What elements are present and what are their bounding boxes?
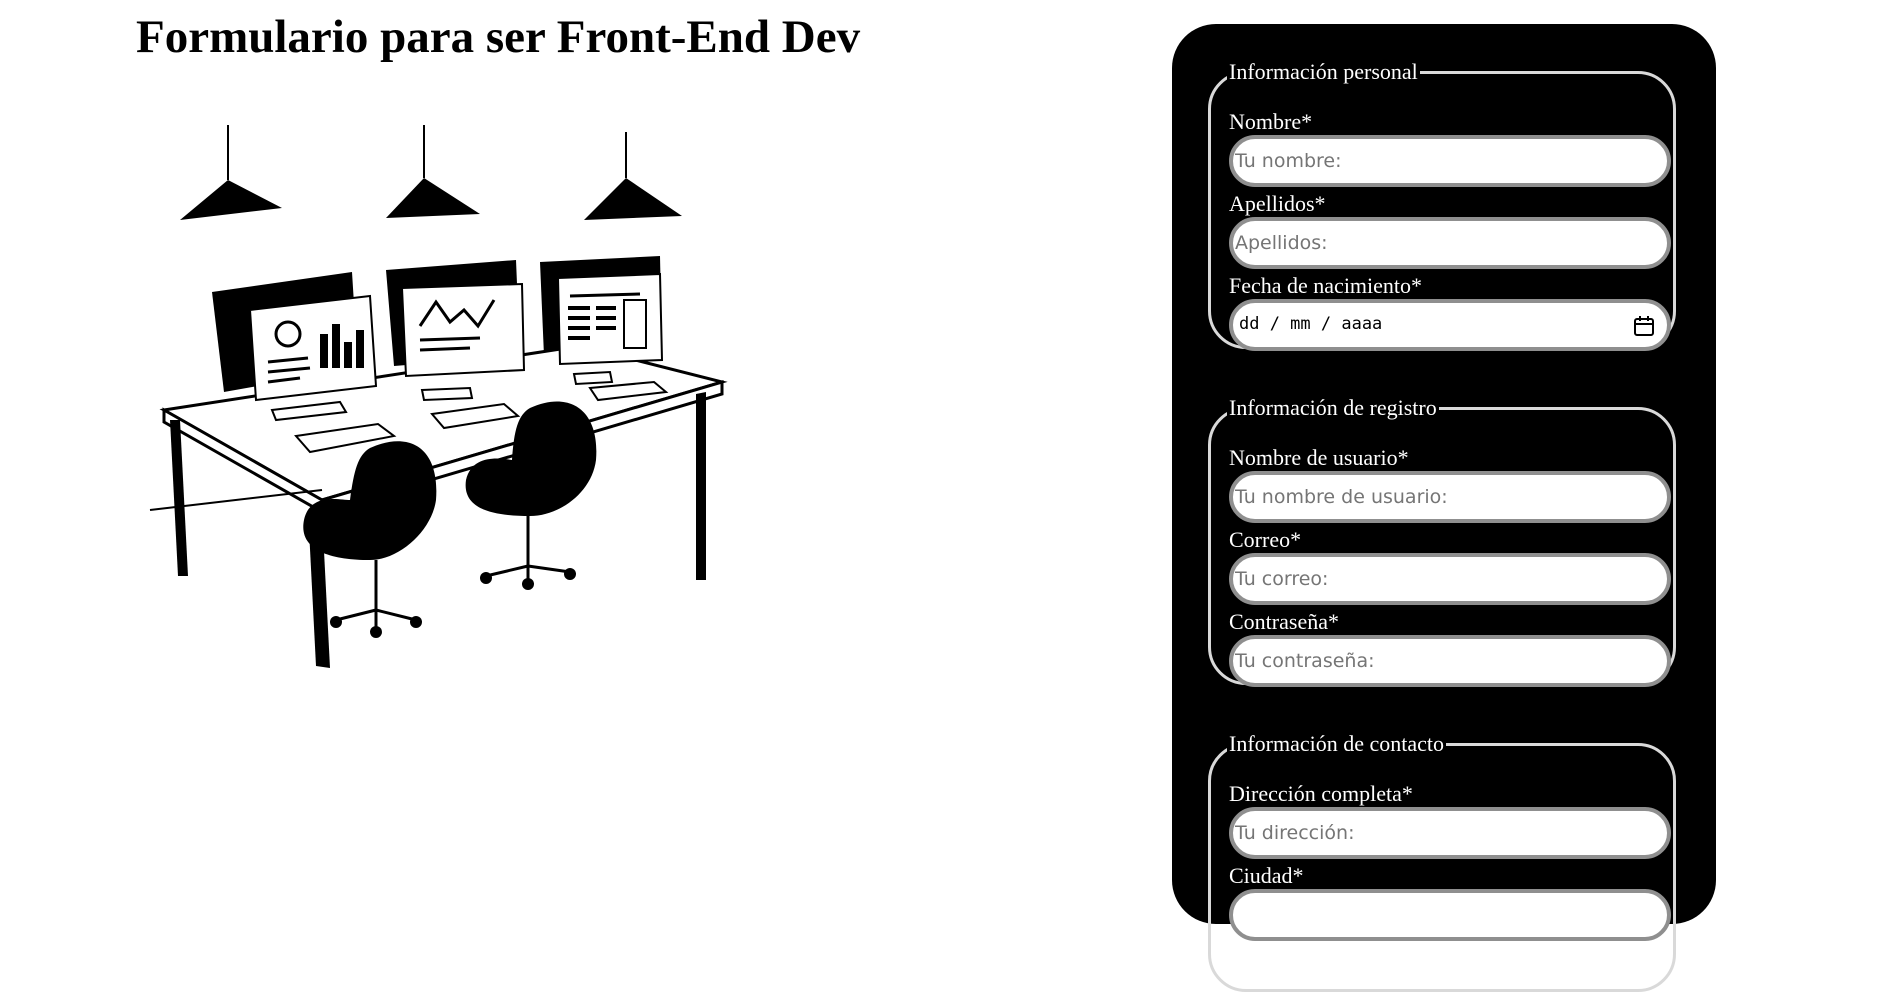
- apellidos-label: Apellidos*: [1229, 191, 1326, 216]
- registration-form: Información personal Nombre* Apellidos* …: [1172, 24, 1716, 992]
- contact-info-fieldset: Información de contacto Dirección comple…: [1208, 732, 1676, 992]
- calendar-icon[interactable]: [1633, 315, 1655, 337]
- personal-info-legend: Información personal: [1229, 59, 1418, 84]
- registration-info-fieldset: Información de registro Nombre de usuari…: [1208, 395, 1676, 687]
- personal-info-fieldset: Información personal Nombre* Apellidos* …: [1208, 59, 1676, 351]
- contrasena-label: Contraseña*: [1229, 609, 1339, 634]
- nombre-label: Nombre*: [1229, 109, 1313, 134]
- page-title: Formulario para ser Front-End Dev: [136, 11, 861, 63]
- fecha-nacimiento-value: dd / mm / aaaa: [1239, 314, 1383, 334]
- lamp-icon: [386, 125, 480, 218]
- lamp-icon: [584, 132, 682, 220]
- direccion-label: Dirección completa*: [1229, 781, 1413, 806]
- direccion-input[interactable]: [1229, 807, 1671, 859]
- office-desk-illustration: [149, 125, 728, 668]
- nombre-input[interactable]: [1229, 135, 1671, 187]
- correo-label: Correo*: [1229, 527, 1302, 552]
- correo-input[interactable]: [1229, 553, 1671, 605]
- ciudad-label: Ciudad*: [1229, 863, 1304, 888]
- ciudad-input[interactable]: [1229, 889, 1671, 941]
- usuario-input[interactable]: [1229, 471, 1671, 523]
- contact-info-legend: Información de contacto: [1229, 731, 1445, 756]
- lamp-icon: [180, 125, 282, 220]
- fecha-nacimiento-input[interactable]: dd / mm / aaaa: [1229, 299, 1671, 351]
- contrasena-input[interactable]: [1229, 635, 1671, 687]
- usuario-label: Nombre de usuario*: [1229, 445, 1409, 470]
- registration-info-legend: Información de registro: [1229, 395, 1437, 420]
- apellidos-input[interactable]: [1229, 217, 1671, 269]
- fecha-nacimiento-label: Fecha de nacimiento*: [1229, 273, 1423, 298]
